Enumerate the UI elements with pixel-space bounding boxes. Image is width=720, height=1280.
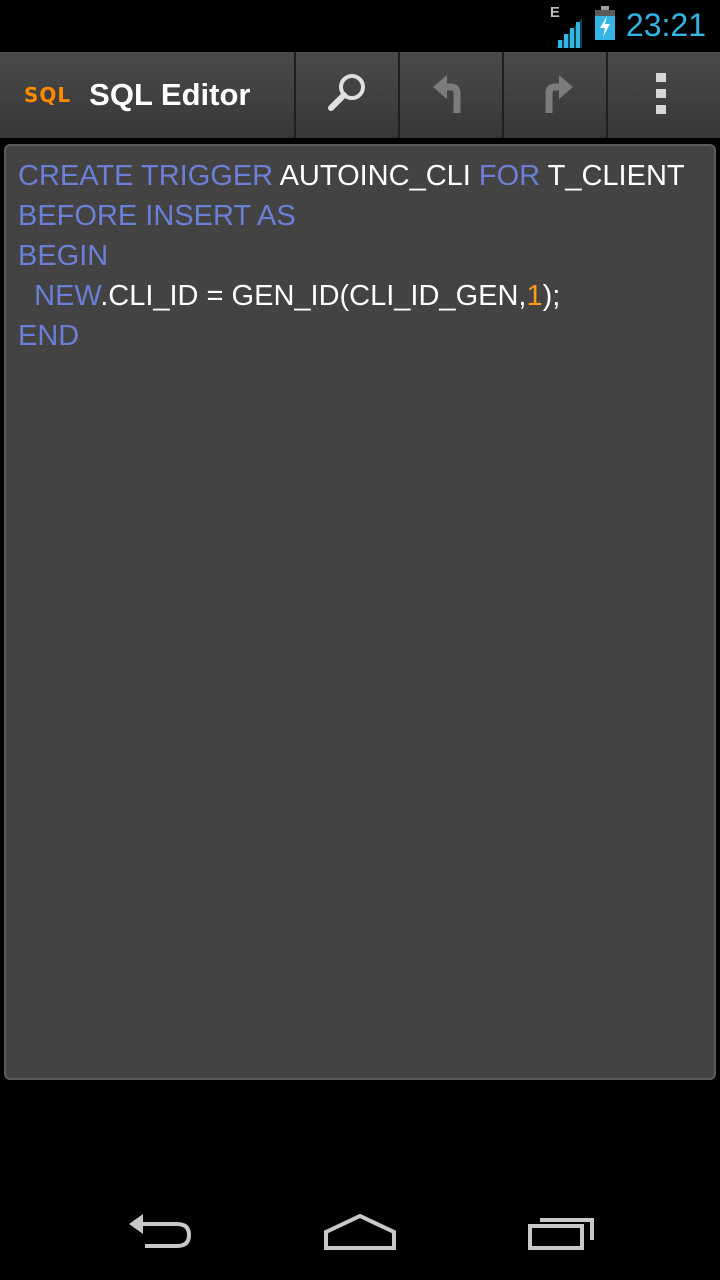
overflow-menu-button[interactable] <box>608 52 714 138</box>
code-line[interactable]: BEFORE INSERT AS <box>18 196 702 236</box>
search-button[interactable] <box>296 52 400 138</box>
sql-keyword: BEGIN <box>18 240 109 272</box>
sql-keyword: FOR <box>478 160 548 192</box>
sql-text: .CLI_ID = GEN_ID(CLI_ID_GEN, <box>100 280 527 312</box>
redo-icon <box>535 71 575 120</box>
home-button[interactable] <box>300 1198 420 1270</box>
sql-keyword: END <box>18 320 80 352</box>
undo-button[interactable] <box>400 52 504 138</box>
more-vert-icon <box>654 71 668 120</box>
status-indicators: E 23:21 <box>550 0 706 50</box>
redo-button[interactable] <box>504 52 608 138</box>
navigation-bar <box>0 1188 720 1280</box>
back-icon <box>125 1212 195 1257</box>
sql-keyword: NEW <box>34 280 101 312</box>
code-line[interactable]: CREATE TRIGGER AUTOINC_CLI FOR T_CLIENT <box>18 156 702 196</box>
sql-editor[interactable]: CREATE TRIGGER AUTOINC_CLI FOR T_CLIENT B… <box>4 144 716 1080</box>
app-title-area[interactable]: SQL SQL Editor <box>0 52 296 138</box>
recent-apps-icon <box>526 1212 598 1257</box>
screen: E 23:21 SQL SQL Editor CREATE TRIGGER AU… <box>0 0 720 1280</box>
sql-keyword: BEFORE INSERT AS <box>18 200 296 232</box>
status-bar: E 23:21 <box>0 0 720 50</box>
signal-icon: E <box>550 4 584 48</box>
sql-text: AUTOINC_CLI <box>279 160 479 192</box>
recent-apps-button[interactable] <box>502 1198 622 1270</box>
sql-number: 1 <box>526 280 543 312</box>
code-line[interactable]: BEGIN <box>18 236 702 276</box>
search-icon <box>325 71 369 120</box>
sql-text: T_CLIENT <box>547 160 685 192</box>
app-title: SQL Editor <box>89 77 251 112</box>
action-bar: SQL SQL Editor <box>0 52 720 138</box>
home-icon <box>322 1212 398 1257</box>
sql-logo-icon: SQL <box>24 83 72 107</box>
battery-charging-icon <box>594 5 616 45</box>
undo-icon <box>431 71 471 120</box>
code-line[interactable]: NEW.CLI_ID = GEN_ID(CLI_ID_GEN,1); <box>18 276 702 316</box>
back-button[interactable] <box>100 1198 220 1270</box>
code-line[interactable]: END <box>18 316 702 356</box>
sql-keyword: CREATE TRIGGER <box>18 160 280 192</box>
code-area[interactable]: CREATE TRIGGER AUTOINC_CLI FOR T_CLIENT B… <box>18 156 702 356</box>
sql-text: ); <box>542 280 561 312</box>
clock: 23:21 <box>625 7 706 43</box>
